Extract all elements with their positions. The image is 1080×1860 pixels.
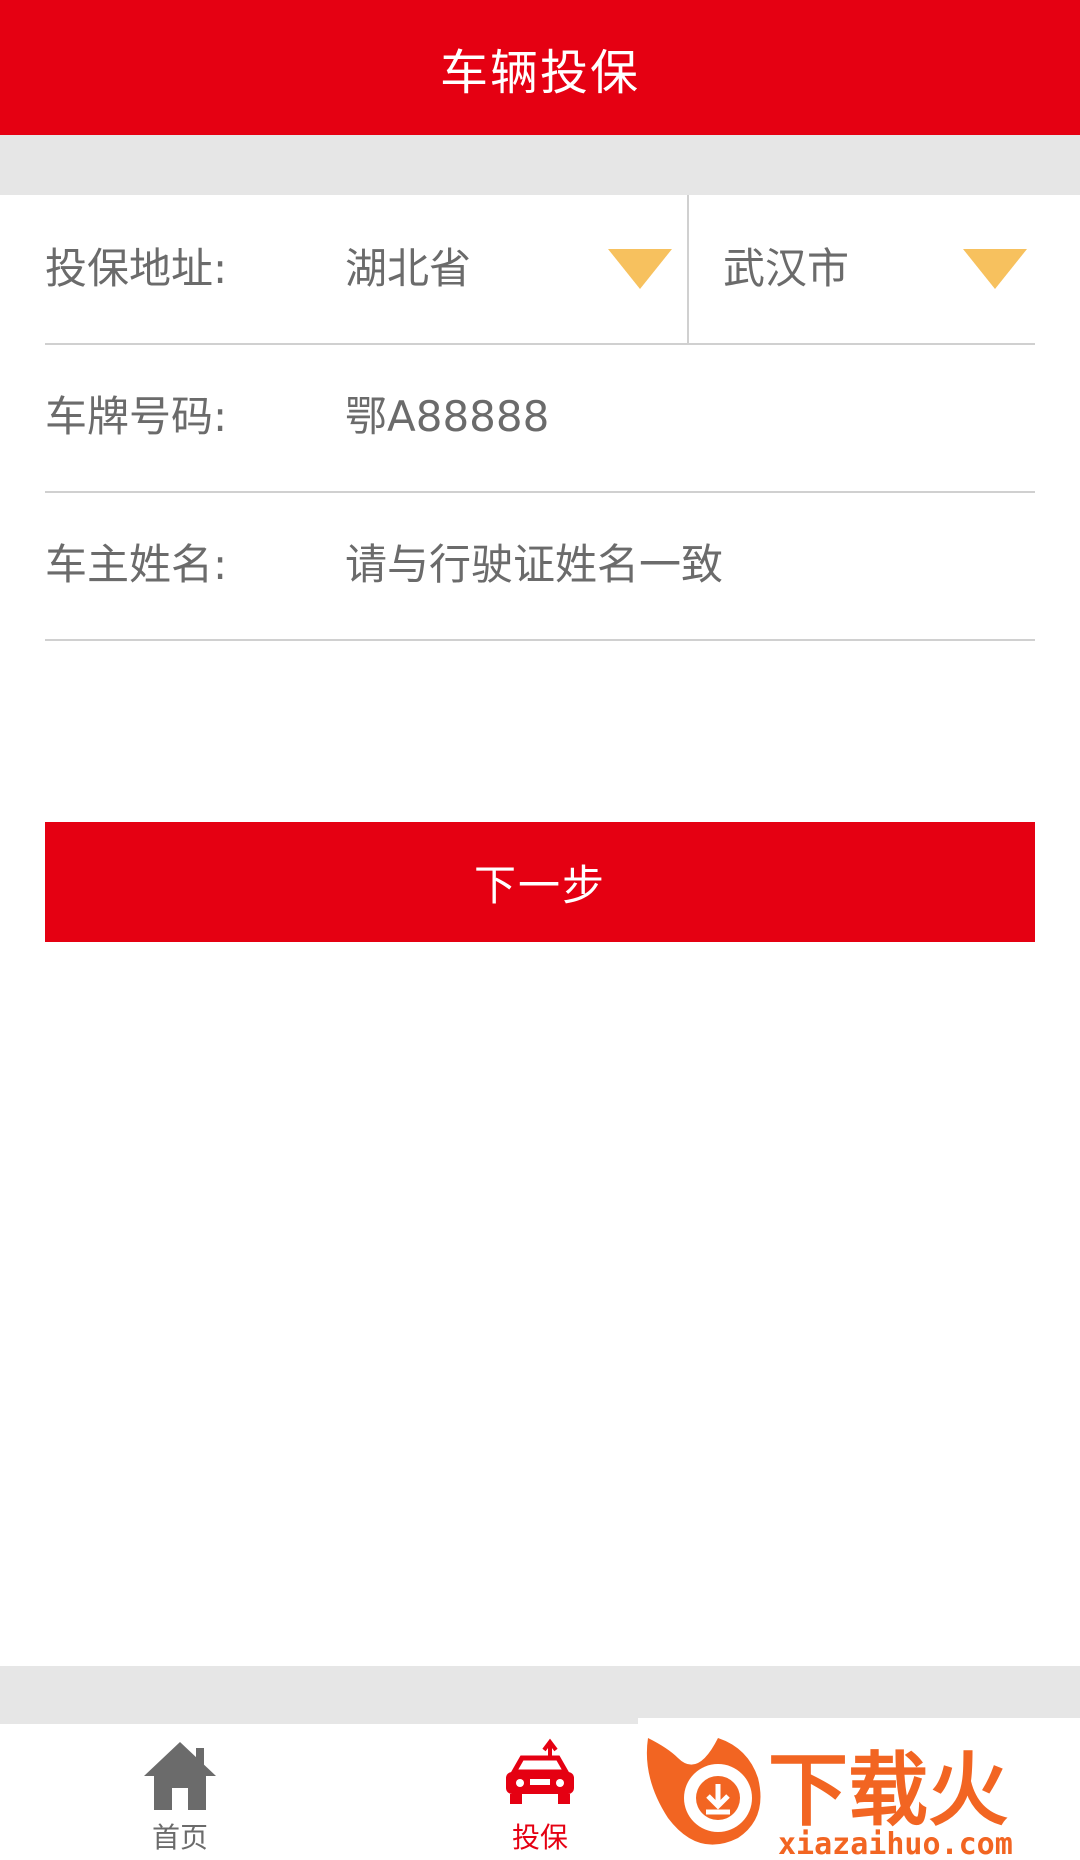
header-bar: 车辆投保 [0,0,1080,135]
owner-name-input[interactable] [345,540,985,589]
home-icon [140,1738,220,1818]
watermark-logo: 下载火 xiazaihuo.com [638,1718,1080,1860]
plate-label: 车牌号码: [45,392,228,441]
owner-field-wrap [345,491,985,639]
address-divider [687,195,689,343]
city-select[interactable]: 武汉市 [723,195,1035,343]
svg-text:下载火: 下载火 [768,1744,1008,1837]
next-step-button[interactable]: 下一步 [45,822,1035,942]
plate-row: 车牌号码: [45,343,1035,493]
plate-field-wrap [345,343,985,491]
owner-label: 车主姓名: [45,540,228,589]
page-title: 车辆投保 [439,44,640,101]
province-dropdown-arrow-icon [608,249,672,289]
address-row: 投保地址: 湖北省 武汉市 [45,195,1035,345]
bottom-separator [0,1666,1080,1724]
page: 车辆投保 投保地址: 湖北省 武汉市 车牌号码: 车主姓名: [0,0,1080,1860]
svg-text:xiazaihuo.com: xiazaihuo.com [778,1827,1013,1860]
owner-row: 车主姓名: [45,491,1035,641]
province-value: 湖北省 [345,244,472,293]
tab-insure-label: 投保 [511,1821,568,1854]
address-label: 投保地址: [45,244,228,293]
city-value: 武汉市 [723,244,850,293]
top-separator [0,135,1080,195]
city-dropdown-arrow-icon [963,249,1027,289]
tab-home[interactable]: 首页 [80,1724,280,1860]
car-insure-icon [500,1738,580,1818]
province-select[interactable]: 湖北省 [345,195,675,343]
tab-insure[interactable]: 投保 [440,1724,640,1860]
plate-input[interactable] [345,389,985,438]
tab-home-label: 首页 [151,1821,208,1854]
